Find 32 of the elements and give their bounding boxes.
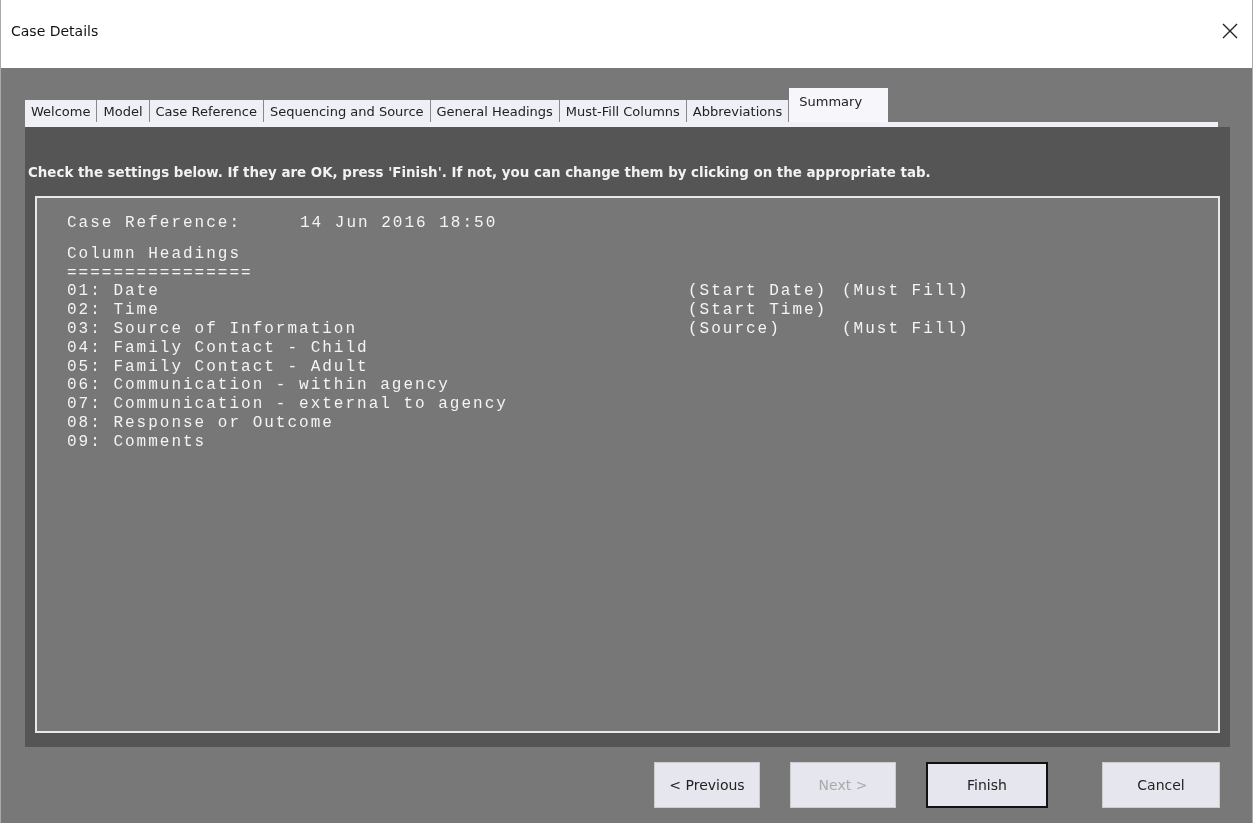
- column-field-label: (Start Time): [688, 301, 828, 320]
- instruction-text: Check the settings below. If they are OK, press 'Finish'. If not, you can change them by clicking on the appropriate tab.: [28, 165, 932, 180]
- dialog-button[interactable]: Cancel: [1102, 762, 1220, 808]
- must-fill-label: (Must Fill): [842, 282, 970, 302]
- column-headings-title: Column Headings: [67, 244, 242, 264]
- tab[interactable]: Welcome: [25, 100, 98, 122]
- window-title: Case Details: [11, 23, 100, 39]
- tab[interactable]: Summary: [789, 88, 889, 122]
- tab[interactable]: Sequencing and Source: [263, 100, 431, 122]
- tab[interactable]: Model: [97, 100, 150, 122]
- column-heading: 01: Date: [67, 282, 161, 302]
- tab[interactable]: Must-Fill Columns: [559, 100, 687, 122]
- column-heading: 05: Family Contact - Adult: [67, 357, 370, 377]
- column-heading: 07: Communication - external to agency: [67, 395, 509, 414]
- heading-underline: ================: [67, 263, 253, 283]
- column-heading: 02: Time: [67, 301, 161, 320]
- close-icon[interactable]: [1222, 23, 1238, 39]
- tab[interactable]: Abbreviations: [686, 100, 790, 122]
- column-heading: 09: Comments: [67, 432, 208, 452]
- tab[interactable]: General Headings: [430, 100, 560, 122]
- dialog-button[interactable]: < Previous: [654, 762, 760, 808]
- must-fill-label: (Must Fill): [842, 320, 970, 339]
- tab[interactable]: Case Reference: [149, 100, 264, 122]
- column-heading: 03: Source of Information: [67, 320, 359, 339]
- column-heading: 04: Family Contact - Child: [67, 338, 370, 358]
- column-field-label: (Source): [688, 320, 781, 338]
- case-reference-label: Case Reference:: [67, 214, 243, 233]
- case-reference-value: 14 Jun 2016 18:50: [300, 214, 498, 233]
- column-heading: 08: Response or Outcome: [67, 413, 335, 433]
- column-field-label: (Start Date): [688, 282, 828, 301]
- column-heading: 06: Communication - within agency: [67, 376, 451, 396]
- dialog-button[interactable]: Finish: [926, 762, 1048, 808]
